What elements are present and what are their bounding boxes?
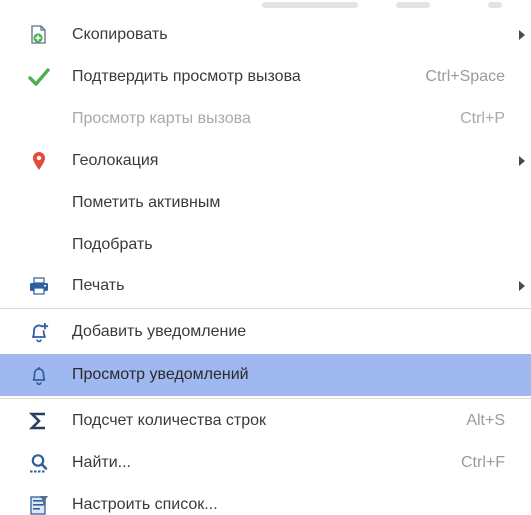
menu-item-pick[interactable]: Подобрать — [0, 224, 531, 266]
menu-item-view-call-card[interactable]: Просмотр карты вызова Ctrl+P — [0, 98, 531, 140]
menu-item-mark-active[interactable]: Пометить активным — [0, 182, 531, 224]
menu-item-label: Геолокация — [72, 152, 159, 169]
menu-item-label: Печать — [72, 277, 125, 294]
menu-item-geolocation[interactable]: Геолокация — [0, 140, 531, 182]
menu-separator — [0, 308, 531, 309]
menu-item-print[interactable]: Печать — [0, 265, 531, 307]
menu-item-view-notifications[interactable]: Просмотр уведомлений — [0, 354, 531, 396]
submenu-arrow-icon — [519, 281, 525, 291]
checkmark-icon — [28, 66, 50, 88]
shortcut-label: Ctrl+P — [460, 110, 505, 127]
shortcut-label: Alt+S — [466, 412, 505, 429]
menu-item-label: Просмотр карты вызова — [72, 110, 251, 127]
menu-item-label: Подтвердить просмотр вызова — [72, 68, 301, 85]
bell-icon — [28, 364, 50, 386]
sigma-icon — [28, 410, 50, 432]
menu-item-label: Подобрать — [72, 236, 153, 253]
menu-item-label: Добавить уведомление — [72, 323, 247, 340]
menu-item-confirm-call-view[interactable]: Подтвердить просмотр вызова Ctrl+Space — [0, 56, 531, 98]
search-icon — [28, 452, 50, 474]
copy-add-icon — [28, 24, 50, 46]
partially-visible-header — [0, 0, 531, 14]
printer-icon — [28, 275, 50, 297]
menu-item-label: Скопировать — [72, 26, 168, 43]
menu-item-label: Пометить активным — [72, 194, 221, 211]
menu-item-label: Просмотр уведомлений — [72, 366, 249, 383]
menu-item-customize-list[interactable]: Настроить список... — [0, 484, 531, 515]
list-settings-icon — [28, 494, 50, 515]
menu-item-find[interactable]: Найти... Ctrl+F — [0, 442, 531, 484]
menu-item-label: Подсчет количества строк — [72, 412, 267, 429]
location-pin-icon — [28, 150, 50, 172]
menu-item-label: Настроить список... — [72, 496, 218, 513]
submenu-arrow-icon — [519, 156, 525, 166]
context-menu: Скопировать Подтвердить просмотр вызова … — [0, 0, 531, 515]
menu-item-count-rows[interactable]: Подсчет количества строк Alt+S — [0, 400, 531, 442]
menu-separator — [0, 398, 531, 399]
shortcut-label: Ctrl+F — [461, 454, 505, 471]
bell-add-icon — [28, 321, 50, 343]
shortcut-label: Ctrl+Space — [425, 68, 505, 85]
submenu-arrow-icon — [519, 30, 525, 40]
menu-item-label: Найти... — [72, 454, 131, 471]
menu-item-copy[interactable]: Скопировать — [0, 14, 531, 56]
menu-item-add-notification[interactable]: Добавить уведомление — [0, 311, 531, 353]
